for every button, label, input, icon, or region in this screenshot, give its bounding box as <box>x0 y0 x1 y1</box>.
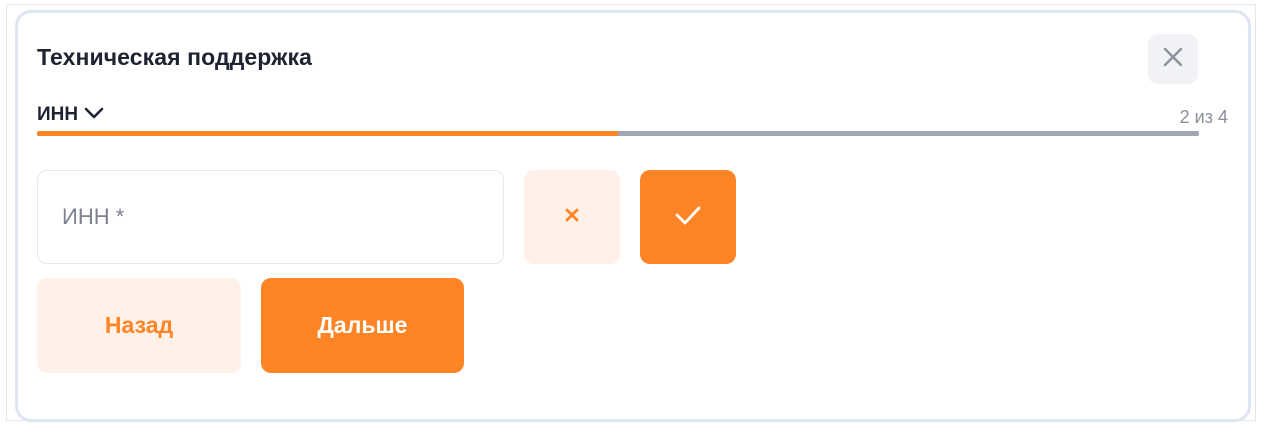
back-button[interactable]: Назад <box>37 278 241 373</box>
chevron-down-icon <box>84 106 104 125</box>
x-icon <box>564 207 580 228</box>
step-counter: 2 из 4 <box>1179 107 1228 127</box>
clear-input-button[interactable] <box>524 170 620 264</box>
close-icon <box>1162 46 1184 73</box>
dialog-title: Техническая поддержка <box>37 44 313 70</box>
close-button[interactable] <box>1148 34 1198 84</box>
step-label: ИНН <box>37 104 79 125</box>
step-progress-bar <box>37 131 1199 136</box>
confirm-input-button[interactable] <box>640 170 736 264</box>
check-icon <box>674 204 702 231</box>
step-dropdown[interactable]: ИНН <box>37 104 104 126</box>
step-progress-fill <box>37 131 618 136</box>
next-button[interactable]: Дальше <box>261 278 464 373</box>
inn-input[interactable] <box>37 170 504 264</box>
